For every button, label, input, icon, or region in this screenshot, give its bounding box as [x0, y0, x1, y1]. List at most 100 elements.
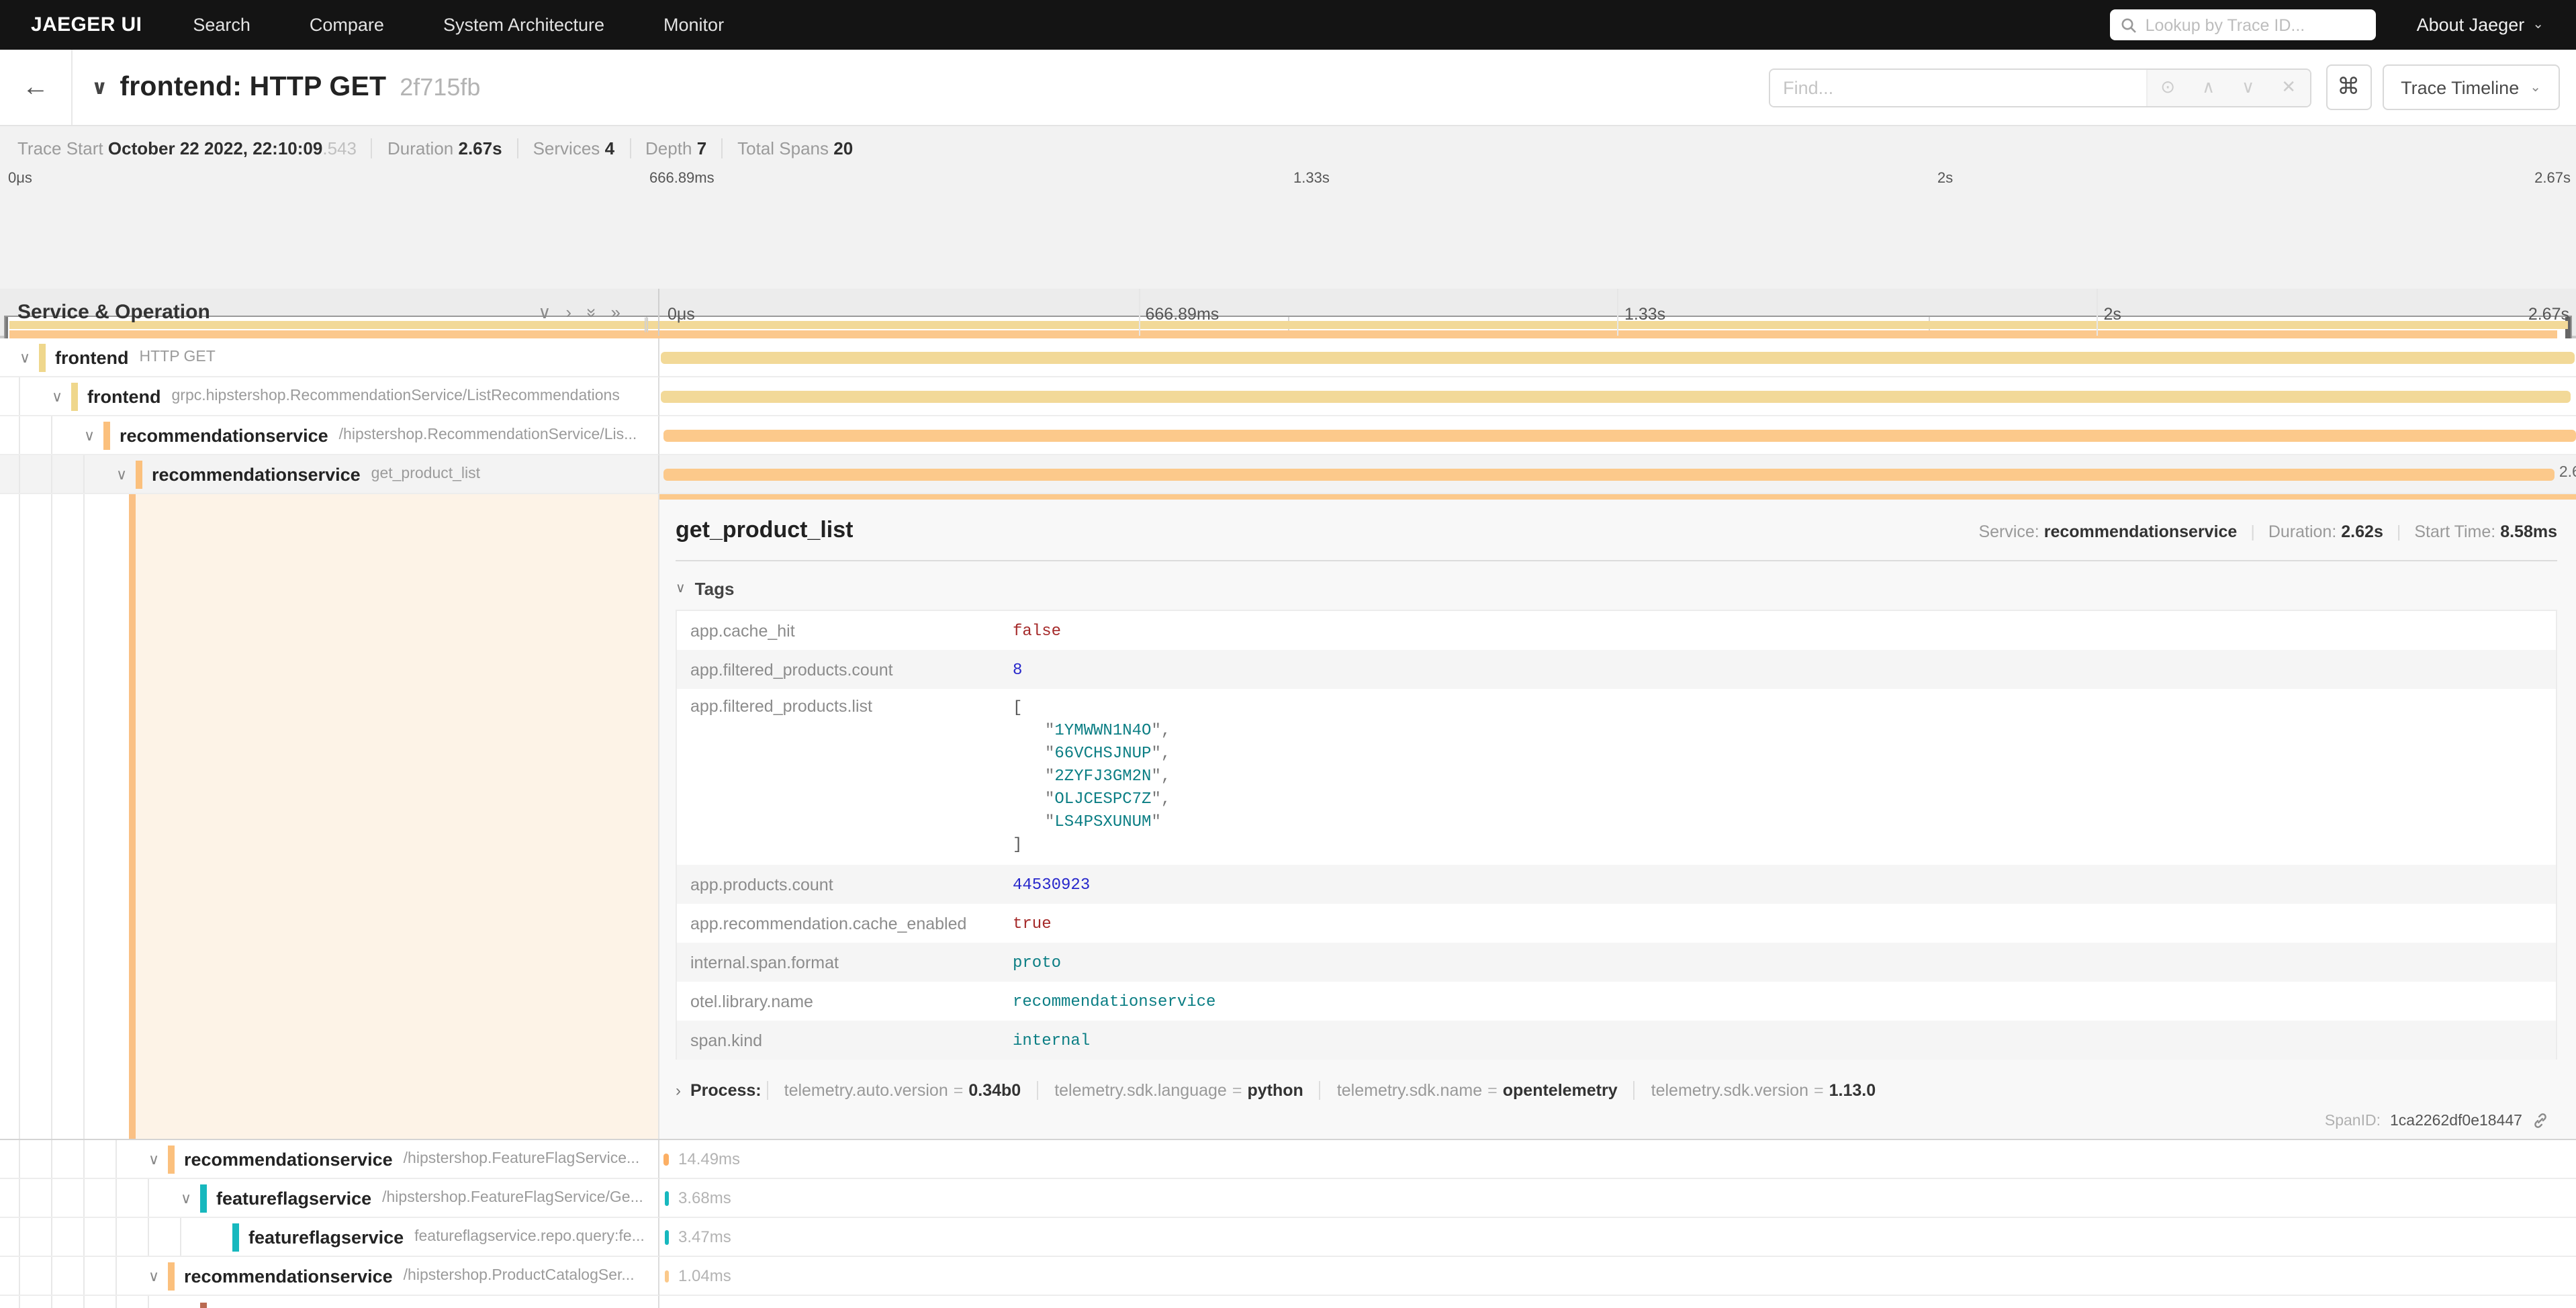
span-operation-name: /hipstershop.ProductCatalogSer...	[404, 1268, 635, 1284]
span-duration-bar[interactable]	[661, 352, 2575, 364]
trace-id-search-box[interactable]	[2111, 9, 2377, 40]
span-row-featureflagservice-getflag[interactable]: ∨ featureflagservice /hipstershop.Featur…	[0, 1179, 2576, 1218]
span-detail-top-bar	[659, 494, 2576, 500]
chevron-down-icon[interactable]: ∨	[113, 465, 130, 483]
trace-start-fraction: .543	[322, 138, 357, 158]
brand-logo[interactable]: JAEGER UI	[31, 13, 142, 36]
back-arrow-icon: ←	[22, 72, 49, 103]
find-prev-icon[interactable]: ∧	[2202, 77, 2215, 98]
chevron-down-icon[interactable]: ∨	[48, 387, 66, 405]
span-row-recommendationservice-productcatalog[interactable]: ∨ recommendationservice /hipstershop.Pro…	[0, 1257, 2576, 1296]
spanid-label: SpanID:	[2325, 1113, 2381, 1129]
chevron-down-icon[interactable]: ∨	[16, 348, 34, 366]
tag-key: otel.library.name	[690, 992, 1013, 1011]
start-time-value: 8.58ms	[2500, 522, 2557, 541]
tags-table: app.cache_hit false app.filtered_product…	[676, 610, 2557, 1060]
expand-all-icon[interactable]: »	[611, 301, 620, 323]
tag-value: true	[1013, 914, 1052, 933]
span-bar-cell[interactable]: 3.47ms	[659, 1218, 2576, 1257]
span-duration-bar[interactable]	[665, 1229, 669, 1244]
clear-find-icon[interactable]: ✕	[2281, 77, 2296, 98]
span-duration-bar[interactable]	[661, 391, 2571, 403]
service-color-bar	[168, 1262, 175, 1290]
span-bar-cell[interactable]: 2.62s	[659, 455, 2576, 494]
total-spans-label: Total Spans	[737, 138, 829, 158]
view-selector-button[interactable]: Trace Timeline ⌄	[2382, 64, 2560, 110]
link-icon[interactable]	[2532, 1112, 2549, 1129]
span-service-name: featureflagservice	[216, 1188, 371, 1208]
span-row-get-product-list[interactable]: ∨ recommendationservice get_product_list…	[0, 455, 2576, 494]
span-duration-bar[interactable]	[663, 1153, 669, 1165]
nav-item-monitor[interactable]: Monitor	[663, 15, 724, 35]
timeline-tick-2: 1.33s	[1624, 305, 1665, 324]
nav-item-system-architecture[interactable]: System Architecture	[443, 15, 604, 35]
trace-title-chevron-icon[interactable]: ∨	[91, 75, 107, 99]
trace-duration: Duration 2.67s	[371, 138, 517, 158]
trace-start-value: October 22 2022, 22:10:09	[108, 138, 322, 158]
chevron-right-icon: ›	[676, 1081, 681, 1100]
trace-summary-band: Trace Start October 22 2022, 22:10:09.54…	[0, 126, 2576, 289]
column-resizer-grip[interactable]: ∥	[643, 316, 650, 333]
service-label: Service:	[1978, 522, 2039, 541]
chevron-down-icon[interactable]: ∨	[145, 1150, 163, 1168]
total-spans-value: 20	[833, 138, 853, 158]
span-row-featureflagservice-repo-query[interactable]: featureflagservice featureflagservice.re…	[0, 1218, 2576, 1257]
locate-icon[interactable]: ⊙	[2160, 77, 2175, 98]
span-operation-name: get_product_list	[371, 466, 480, 482]
service-color-bar	[200, 1184, 207, 1212]
top-navbar: JAEGER UI Search Compare System Architec…	[0, 0, 2576, 50]
trace-id-short: 2f715fb	[400, 73, 480, 101]
nav-item-compare[interactable]: Compare	[310, 15, 384, 35]
span-operation-name: /hipstershop.RecommendationService/Lis..…	[339, 427, 637, 443]
span-row-recommendationservice-featureflag[interactable]: ∨ recommendationservice /hipstershop.Fea…	[0, 1140, 2576, 1179]
process-tag: telemetry.sdk.version=1.13.0	[1634, 1081, 1892, 1100]
span-service-name: frontend	[55, 347, 129, 367]
chevron-down-icon: ∨	[676, 581, 686, 596]
span-duration-bar[interactable]	[665, 1270, 669, 1282]
find-next-icon[interactable]: ∨	[2242, 77, 2254, 98]
tag-value: false	[1013, 621, 1061, 640]
selected-span-accent-bar	[129, 494, 136, 1139]
span-duration-bar[interactable]	[663, 430, 2576, 442]
tag-value: 8	[1013, 660, 1022, 679]
caret-down-icon: ⌄	[2532, 17, 2544, 32]
span-row-recommendationservice-list[interactable]: ∨ recommendationservice /hipstershop.Rec…	[0, 416, 2576, 455]
span-bar-cell[interactable]: 14.49ms	[659, 1140, 2576, 1179]
span-bar-cell[interactable]: 3.68ms	[659, 1179, 2576, 1218]
chevron-down-icon[interactable]: ∨	[177, 1189, 195, 1207]
collapse-all-icon[interactable]: »	[580, 308, 602, 317]
span-row-frontend-grpc[interactable]: ∨ frontend grpc.hipstershop.Recommendati…	[0, 377, 2576, 416]
span-bar-cell[interactable]: 1.04ms	[659, 1257, 2576, 1296]
chevron-down-icon[interactable]: ∨	[145, 1267, 163, 1284]
tag-key: app.filtered_products.count	[690, 660, 1013, 679]
span-bar-cell[interactable]	[659, 416, 2576, 455]
minimap-tick-2: 1.33s	[1293, 171, 1330, 187]
span-row-partial[interactable]	[0, 1296, 2576, 1308]
view-selector-label: Trace Timeline	[2401, 77, 2519, 97]
process-section-toggle[interactable]: › Process: telemetry.auto.version=0.34b0…	[676, 1081, 2557, 1100]
span-row-frontend-http-get[interactable]: ∨ frontend HTTP GET	[0, 338, 2576, 377]
tag-key: app.cache_hit	[690, 621, 1013, 640]
trace-page-header: ← ∨ frontend: HTTP GET 2f715fb ⊙ ∧ ∨ ✕ ⌘…	[0, 50, 2576, 126]
back-button[interactable]: ←	[0, 50, 73, 125]
span-duration-label: 14.49ms	[678, 1150, 740, 1168]
span-bar-cell[interactable]	[659, 338, 2576, 377]
tag-key: internal.span.format	[690, 953, 1013, 972]
array-item: 1YMWWN1N4O	[1045, 720, 1170, 743]
span-duration-bar[interactable]	[665, 1190, 669, 1205]
duration-label: Duration:	[2268, 522, 2336, 541]
nav-item-search[interactable]: Search	[193, 15, 250, 35]
find-input[interactable]	[1769, 69, 2146, 105]
keyboard-shortcuts-button[interactable]: ⌘	[2326, 64, 2371, 110]
about-jaeger-menu[interactable]: About Jaeger ⌄	[2417, 15, 2544, 35]
expand-one-icon[interactable]: ›	[565, 301, 571, 323]
tags-section-toggle[interactable]: ∨ Tags	[676, 579, 2557, 599]
chevron-down-icon[interactable]: ∨	[81, 426, 98, 444]
trace-id-search-input[interactable]	[2146, 15, 2366, 34]
command-icon: ⌘	[2337, 74, 2360, 101]
collapse-one-icon[interactable]: ∨	[538, 301, 551, 323]
span-bar-cell[interactable]	[659, 377, 2576, 416]
span-duration-bar[interactable]	[663, 469, 2555, 481]
span-bar-cell[interactable]	[659, 1296, 2576, 1308]
array-item: 66VCHSJNUP	[1045, 743, 1170, 765]
